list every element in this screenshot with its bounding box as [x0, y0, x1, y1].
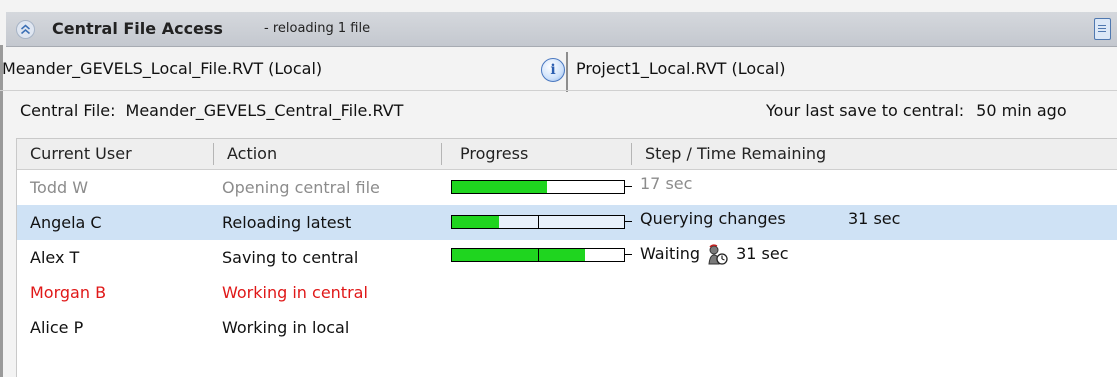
- central-file-access-panel: Central File Access - reloading 1 file M…: [0, 0, 1117, 377]
- user-name: Todd W: [30, 178, 89, 197]
- user-name: Morgan B: [30, 283, 107, 302]
- column-divider[interactable]: [631, 143, 632, 165]
- panel-subtitle: - reloading 1 file: [264, 21, 371, 36]
- progress-bar-connector: [624, 186, 632, 187]
- central-file-name: Meander_GEVELS_Central_File.RVT: [125, 101, 404, 120]
- panel-title: Central File Access: [52, 19, 223, 38]
- user-action: Working in central: [222, 283, 368, 302]
- tabs-divider: [0, 90, 1117, 91]
- last-save-label: Your last save to central:: [766, 101, 965, 120]
- table-row[interactable]: Todd W Opening central file 17 sec: [17, 170, 1117, 205]
- last-save-info: Your last save to central: 50 min ago: [766, 96, 1067, 126]
- progress-bar-connector: [624, 254, 632, 255]
- document-icon[interactable]: [1094, 18, 1111, 40]
- table-row[interactable]: Angela C Reloading latest Querying chang…: [17, 205, 1117, 240]
- table-row[interactable]: Alice P Working in local: [17, 310, 1117, 345]
- time-remaining: 31 sec: [848, 209, 901, 228]
- user-action: Reloading latest: [222, 213, 352, 232]
- column-header-current-user[interactable]: Current User: [30, 139, 132, 169]
- user-name: Alex T: [30, 248, 80, 267]
- user-name: Angela C: [30, 213, 102, 232]
- user-action: Opening central file: [222, 178, 380, 197]
- panel-title-bar: Central File Access - reloading 1 file: [6, 12, 1117, 47]
- progress-fill: [538, 249, 586, 261]
- progress-segment-divider: [538, 216, 539, 228]
- file-tab-project1-local[interactable]: Project1_Local.RVT (Local): [576, 52, 785, 86]
- column-divider[interactable]: [213, 143, 214, 165]
- panel-left-border: [0, 45, 3, 377]
- step-text: 17 sec: [640, 174, 693, 193]
- time-remaining: 31 sec: [736, 244, 789, 263]
- central-file-label: Central File:: [20, 101, 116, 120]
- user-name: Alice P: [30, 318, 84, 337]
- progress-bar-connector: [624, 221, 632, 222]
- progress-bar: [451, 215, 625, 229]
- info-icon[interactable]: i: [541, 58, 565, 82]
- user-action: Working in local: [222, 318, 350, 337]
- progress-bar: [451, 180, 625, 194]
- step-cell: Waiting 31 sec: [640, 240, 788, 275]
- waiting-user-icon: [706, 243, 730, 266]
- progress-fill: [452, 249, 538, 261]
- column-header-progress[interactable]: Progress: [460, 139, 528, 169]
- progress-segment-divider: [538, 249, 539, 261]
- collapse-icon[interactable]: [16, 20, 35, 39]
- table-row[interactable]: Alex T Saving to central Waiting 31 sec: [17, 240, 1117, 275]
- progress-bar: [451, 248, 625, 262]
- user-action: Saving to central: [222, 248, 359, 267]
- users-table: Current User Action Progress Step / Time…: [16, 138, 1117, 377]
- progress-fill: [452, 216, 500, 228]
- column-header-step-time[interactable]: Step / Time Remaining: [645, 139, 826, 169]
- column-header-action[interactable]: Action: [227, 139, 277, 169]
- step-text: Querying changes: [640, 209, 786, 228]
- central-file-info: Central File: Meander_GEVELS_Central_File…: [20, 96, 403, 126]
- last-save-value: 50 min ago: [976, 101, 1067, 120]
- column-divider[interactable]: [441, 143, 442, 165]
- table-header: Current User Action Progress Step / Time…: [17, 139, 1117, 170]
- step-text: Waiting: [640, 244, 701, 263]
- file-tab-divider: [566, 52, 568, 92]
- progress-fill: [452, 181, 547, 193]
- table-row[interactable]: Morgan B Working in central: [17, 275, 1117, 310]
- file-tab-meander-local[interactable]: Meander_GEVELS_Local_File.RVT (Local): [2, 52, 562, 86]
